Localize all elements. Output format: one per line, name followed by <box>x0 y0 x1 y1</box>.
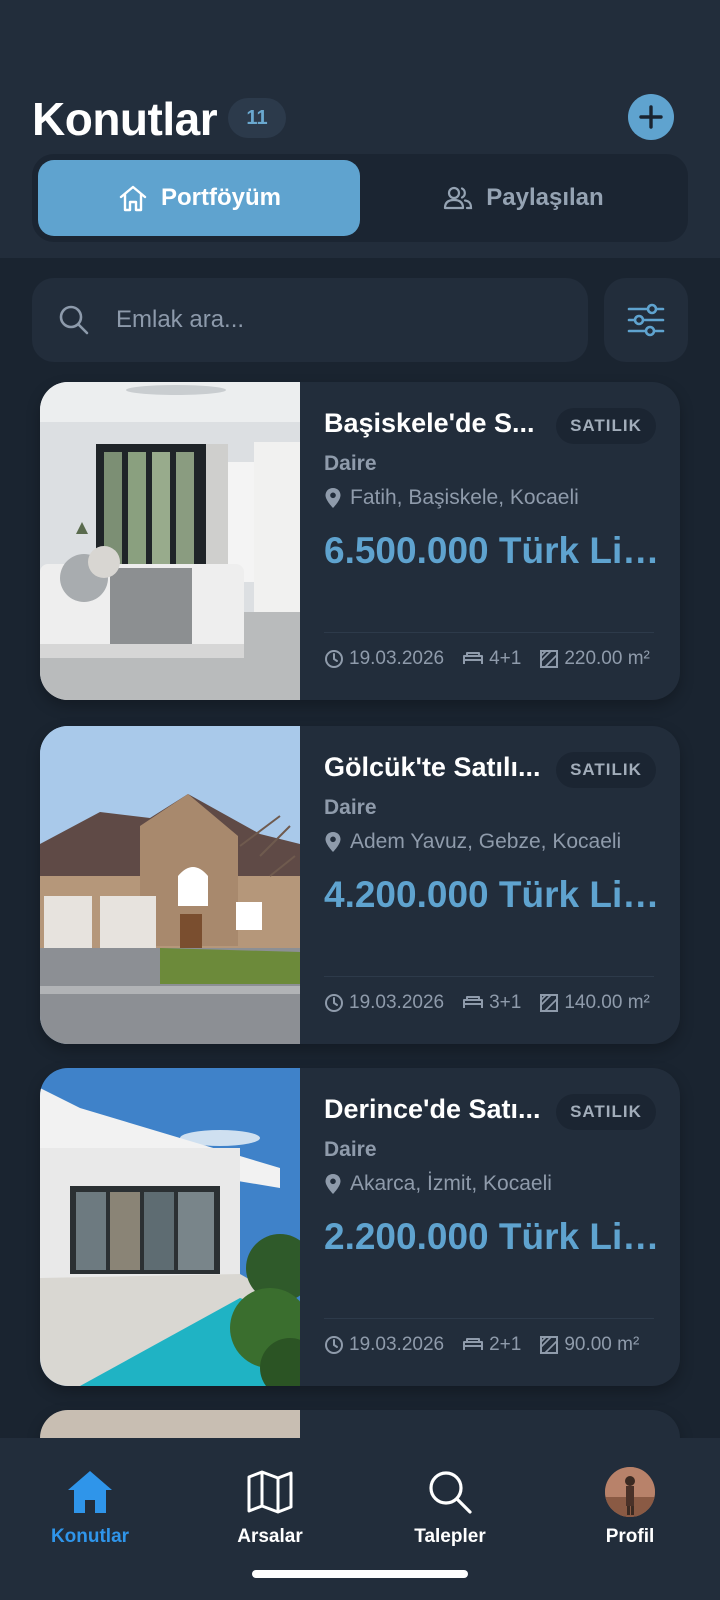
home-icon <box>119 185 147 212</box>
location-text: Adem Yavuz, Gebze, Kocaeli <box>350 830 622 853</box>
listing-location: Fatih, Başiskele, Kocaeli <box>324 486 579 510</box>
add-button[interactable] <box>628 94 674 140</box>
listing-area: 140.00 m² <box>564 992 650 1013</box>
tab-portfoyum[interactable]: Portföyüm <box>38 160 360 236</box>
listing-card[interactable]: Başiskele'de S... SATILIK Daire Fatih, B… <box>40 382 680 700</box>
bed-icon <box>463 996 484 1008</box>
home-icon <box>68 1471 112 1513</box>
nav-label: Profil <box>605 1526 655 1547</box>
listing-date: 19.03.2026 <box>349 992 445 1013</box>
location-pin-icon <box>325 832 341 852</box>
location-pin-icon <box>325 488 341 508</box>
clock-icon <box>325 650 343 668</box>
avatar <box>605 1467 655 1517</box>
listing-type: Daire <box>324 796 377 819</box>
listing-title: Başiskele'de S... <box>324 408 535 438</box>
location-text: Fatih, Başiskele, Kocaeli <box>350 486 579 509</box>
search-icon <box>429 1471 472 1514</box>
divider <box>324 632 654 633</box>
count-badge: 11 <box>228 98 286 138</box>
clock-icon <box>325 994 343 1012</box>
app-header: Konutlar 11 Portföyüm Paylaşılan <box>0 0 720 258</box>
listing-title: Derince'de Satı... <box>324 1094 541 1124</box>
listing-price: 2.200.000 Türk Lir... <box>324 1216 664 1257</box>
bed-icon <box>463 1338 484 1350</box>
area-icon <box>540 650 559 668</box>
tab-label: Portföyüm <box>161 184 281 211</box>
listing-meta: 19.03.2026 4+1 220.00 m² <box>324 648 668 670</box>
nav-arsalar[interactable]: Arsalar <box>200 1466 340 1566</box>
clock-icon <box>325 1336 343 1354</box>
users-icon <box>444 186 473 210</box>
nav-label: Talepler <box>414 1526 486 1547</box>
plus-icon <box>639 105 663 129</box>
location-pin-icon <box>325 1174 341 1194</box>
nav-konutlar[interactable]: Konutlar <box>20 1466 160 1566</box>
listing-rooms: 2+1 <box>489 1334 522 1355</box>
listing-rooms: 4+1 <box>489 648 522 669</box>
status-badge: SATILIK <box>556 1094 656 1130</box>
listing-price: 4.200.000 Türk Lir... <box>324 874 664 915</box>
sliders-icon <box>627 303 665 337</box>
tab-label: Paylaşılan <box>486 184 604 211</box>
search-bar <box>32 278 588 362</box>
listing-date: 19.03.2026 <box>349 648 445 669</box>
tab-paylasilan[interactable]: Paylaşılan <box>362 160 684 236</box>
nav-talepler[interactable]: Talepler <box>380 1466 520 1566</box>
listing-location: Adem Yavuz, Gebze, Kocaeli <box>324 830 621 854</box>
search-icon <box>59 305 89 335</box>
filter-button[interactable] <box>604 278 688 362</box>
home-indicator <box>252 1570 468 1578</box>
divider <box>324 976 654 977</box>
bed-icon <box>463 652 484 664</box>
nav-label: Konutlar <box>50 1526 130 1547</box>
listing-title: Gölcük'te Satılı... <box>324 752 541 782</box>
status-badge: SATILIK <box>556 408 656 444</box>
location-text: Akarca, İzmit, Kocaeli <box>350 1172 552 1195</box>
nav-label: Arsalar <box>237 1526 303 1547</box>
listing-photo <box>40 382 300 700</box>
listing-card[interactable]: Derince'de Satı... SATILIK Daire Akarca,… <box>40 1068 680 1386</box>
listing-photo <box>40 726 300 1044</box>
listing-price: 6.500.000 Türk Lir... <box>324 530 664 571</box>
segment-control: Portföyüm Paylaşılan <box>32 154 688 242</box>
listing-type: Daire <box>324 452 377 475</box>
area-icon <box>540 994 559 1012</box>
area-icon <box>540 1336 559 1354</box>
listing-photo <box>40 1068 300 1386</box>
nav-profil[interactable]: Profil <box>560 1466 700 1566</box>
map-icon <box>247 1470 293 1514</box>
status-badge: SATILIK <box>556 752 656 788</box>
listing-rooms: 3+1 <box>489 992 522 1013</box>
listing-area: 90.00 m² <box>564 1334 640 1355</box>
page-title: Konutlar <box>32 93 218 145</box>
search-input[interactable] <box>116 296 556 344</box>
listing-type: Daire <box>324 1138 377 1161</box>
listing-meta: 19.03.2026 2+1 90.00 m² <box>324 1334 657 1356</box>
listing-location: Akarca, İzmit, Kocaeli <box>324 1172 552 1196</box>
listing-card[interactable]: Gölcük'te Satılı... SATILIK Daire Adem Y… <box>40 726 680 1044</box>
listing-date: 19.03.2026 <box>349 1334 445 1355</box>
listing-meta: 19.03.2026 3+1 140.00 m² <box>324 992 668 1014</box>
listing-area: 220.00 m² <box>564 648 650 669</box>
divider <box>324 1318 654 1319</box>
